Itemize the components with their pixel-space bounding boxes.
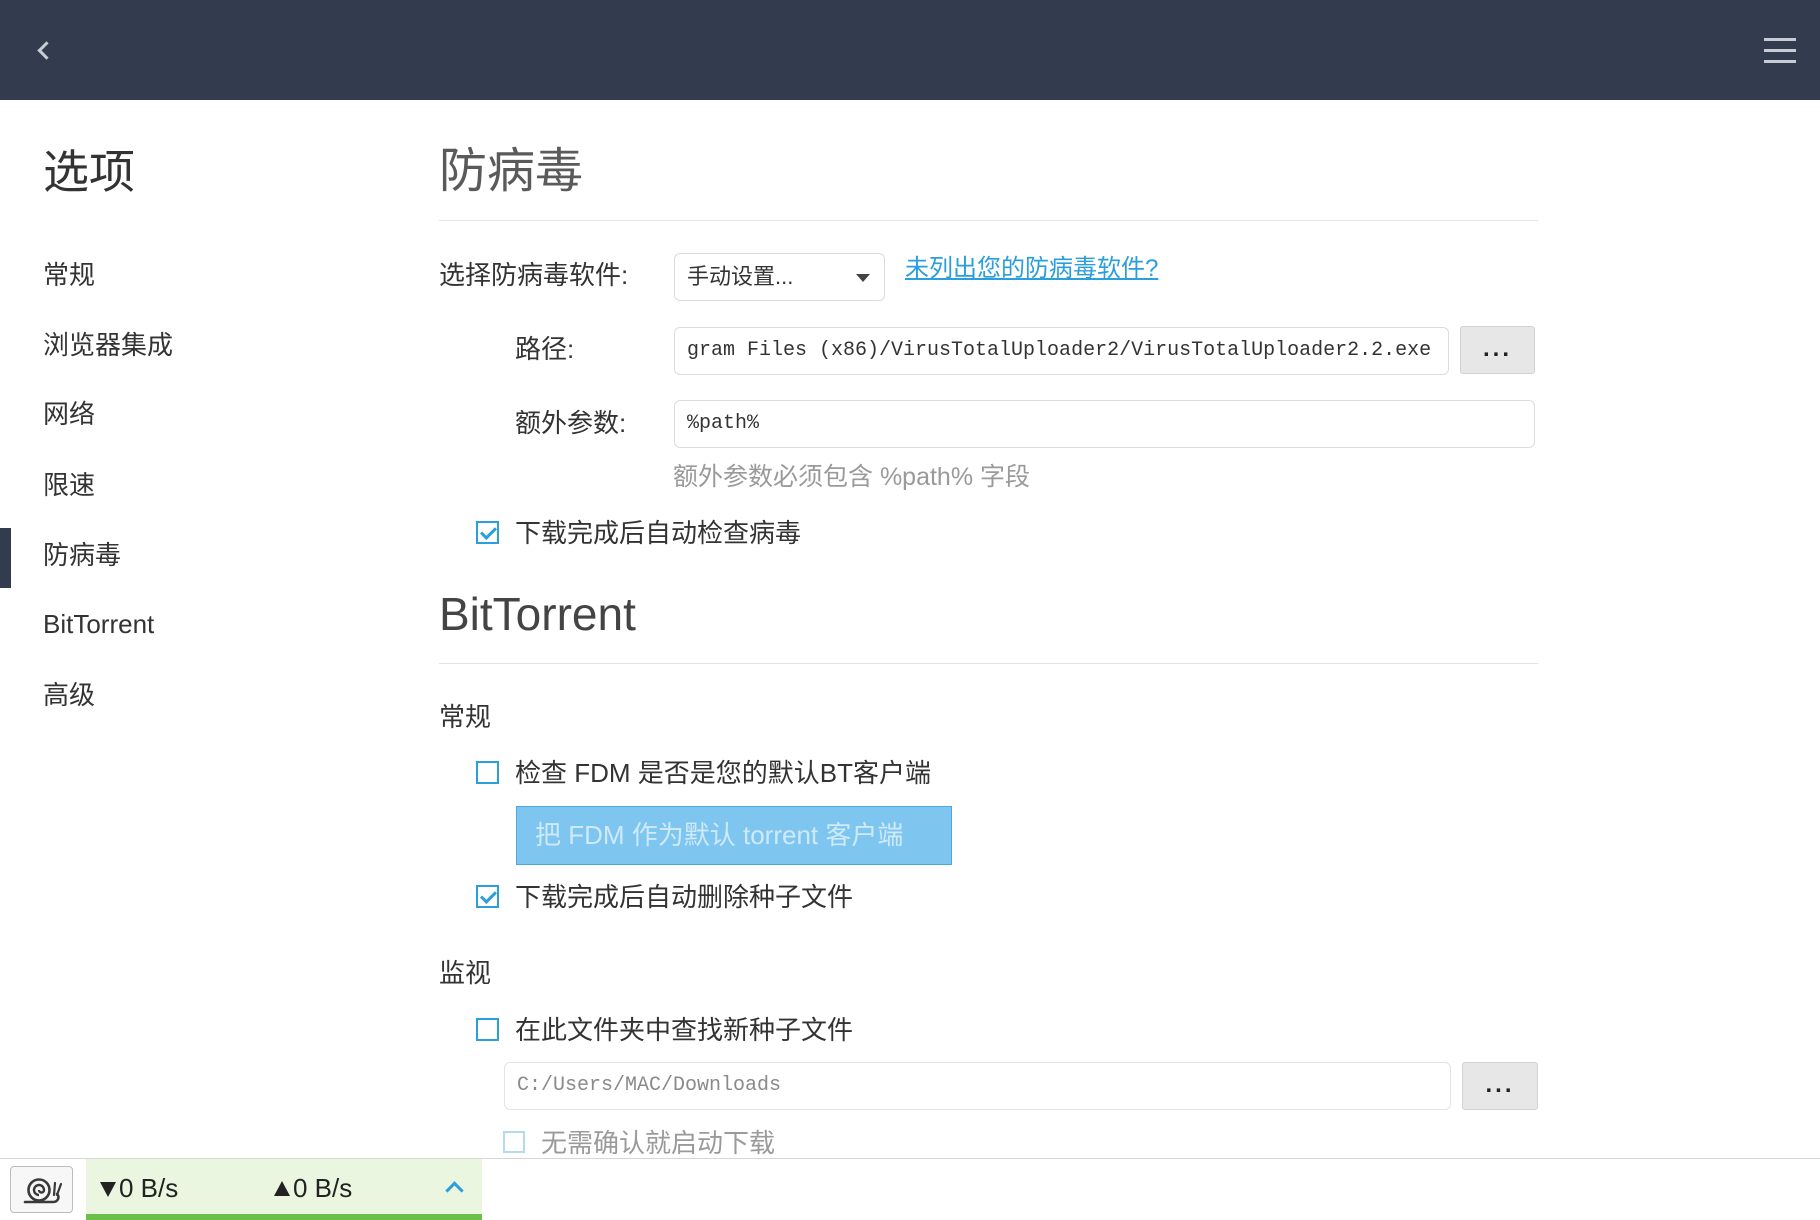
section-divider (439, 663, 1538, 664)
watch-folder-path-value: C:/Users/MAC/Downloads (517, 1074, 782, 1097)
expand-speed-panel-button[interactable] (438, 1173, 472, 1203)
sidebar-item-advanced[interactable]: 高级 (43, 675, 95, 715)
checkbox-box[interactable] (476, 521, 499, 544)
chevron-left-icon (37, 41, 56, 60)
auto-check-virus-checkbox[interactable]: 下载完成后自动检查病毒 (476, 513, 876, 553)
main-menu-button[interactable] (1758, 30, 1800, 70)
auto-delete-torrent-checkbox[interactable]: 下载完成后自动删除种子文件 (476, 877, 896, 917)
extra-args-input[interactable]: %path% (674, 400, 1535, 448)
speed-indicator-bar (86, 1214, 482, 1220)
antivirus-software-value: 手动设置... (687, 264, 794, 289)
speed-panel[interactable]: 0 B/s 0 B/s (86, 1159, 482, 1220)
status-bar: 0 B/s 0 B/s (0, 1158, 1820, 1220)
checkbox-box[interactable] (503, 1131, 525, 1153)
antivirus-path-input[interactable]: gram Files (x86)/VirusTotalUploader2/Vir… (674, 327, 1449, 375)
path-label: 路径: (515, 334, 575, 364)
start-without-confirm-checkbox[interactable]: 无需确认就启动下载 (503, 1123, 823, 1163)
auto-delete-torrent-label: 下载完成后自动删除种子文件 (515, 882, 854, 912)
sidebar-item-bittorrent[interactable]: BitTorrent (43, 604, 154, 644)
checkbox-box[interactable] (476, 1018, 499, 1041)
start-without-confirm-label: 无需确认就启动下载 (541, 1128, 776, 1158)
download-speed-value: 0 B/s (119, 1173, 179, 1203)
watch-folder-browse-button[interactable]: ... (1462, 1062, 1538, 1110)
snail-mode-button[interactable] (10, 1166, 73, 1213)
extra-args-value: %path% (687, 412, 760, 435)
sidebar-item-antivirus[interactable]: 防病毒 (43, 535, 121, 575)
antivirus-path-value: gram Files (x86)/VirusTotalUploader2/Vir… (687, 339, 1432, 362)
antivirus-path-browse-button[interactable]: ... (1460, 326, 1535, 374)
antivirus-not-listed-link[interactable]: 未列出您的防病毒软件? (905, 251, 1158, 287)
checkbox-box[interactable] (476, 761, 499, 784)
chevron-up-icon (445, 1181, 464, 1200)
bittorrent-monitor-heading: 监视 (439, 958, 492, 988)
watch-folder-path-input[interactable]: C:/Users/MAC/Downloads (504, 1062, 1451, 1110)
checkbox-box[interactable] (476, 885, 499, 908)
extra-args-label: 额外参数: (515, 408, 627, 438)
bittorrent-general-heading: 常规 (439, 702, 492, 732)
bittorrent-heading: BitTorrent (439, 588, 636, 640)
set-default-torrent-client-button[interactable]: 把 FDM 作为默认 torrent 客户端 (516, 806, 952, 865)
antivirus-heading: 防病毒 (439, 145, 584, 198)
arrow-down-icon (100, 1182, 116, 1197)
sidebar-item-general[interactable]: 常规 (43, 255, 95, 295)
caret-down-icon (856, 274, 870, 282)
extra-args-hint: 额外参数必须包含 %path% 字段 (673, 463, 1031, 491)
check-default-client-checkbox[interactable]: 检查 FDM 是否是您的默认BT客户端 (476, 753, 996, 793)
upload-speed-value: 0 B/s (293, 1173, 353, 1203)
antivirus-software-label: 选择防病毒软件: (439, 260, 629, 290)
snail-icon (23, 1178, 63, 1204)
page-title: 选项 (43, 146, 135, 198)
check-default-client-label: 检查 FDM 是否是您的默认BT客户端 (515, 758, 931, 788)
section-divider (439, 220, 1538, 221)
back-button[interactable] (24, 30, 64, 70)
auto-check-virus-label: 下载完成后自动检查病毒 (515, 518, 802, 548)
sidebar-item-browser-integration[interactable]: 浏览器集成 (43, 325, 173, 365)
antivirus-software-select[interactable]: 手动设置... (674, 253, 885, 301)
arrow-up-icon (274, 1181, 290, 1196)
sidebar-active-indicator (0, 528, 11, 588)
watch-folder-label: 在此文件夹中查找新种子文件 (515, 1015, 854, 1045)
top-bar (0, 0, 1820, 100)
sidebar-item-network[interactable]: 网络 (43, 394, 95, 434)
sidebar-item-speed-limit[interactable]: 限速 (43, 465, 95, 505)
watch-folder-checkbox[interactable]: 在此文件夹中查找新种子文件 (476, 1010, 896, 1050)
